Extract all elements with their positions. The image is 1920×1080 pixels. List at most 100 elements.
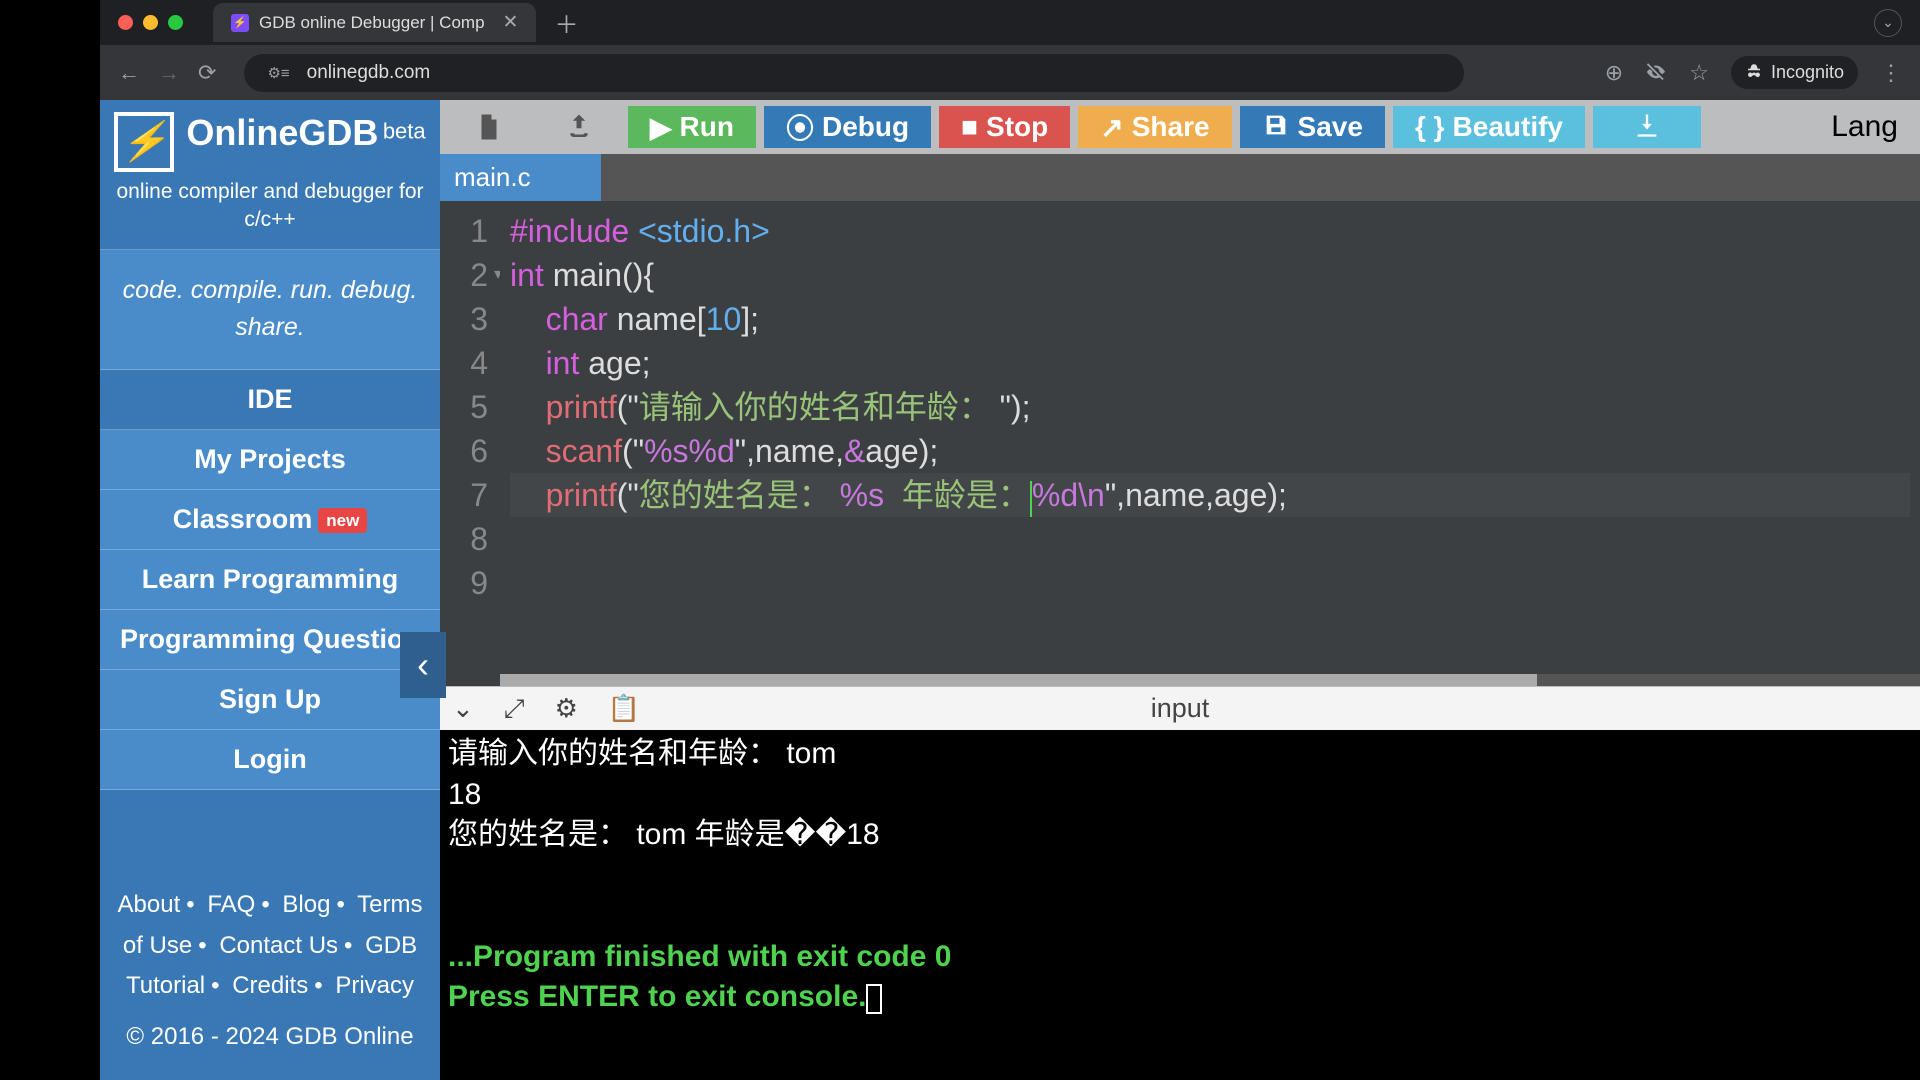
- save-button[interactable]: Save: [1240, 106, 1385, 148]
- incognito-badge[interactable]: Incognito: [1731, 56, 1858, 89]
- tab-title: GDB online Debugger | Comp: [259, 13, 485, 33]
- back-button[interactable]: ←: [118, 60, 140, 86]
- gear-icon[interactable]: ⚙: [555, 693, 578, 724]
- copy-icon[interactable]: 📋: [608, 693, 640, 724]
- eye-off-icon[interactable]: [1645, 60, 1667, 86]
- sidebar-item-learn-programming[interactable]: Learn Programming: [100, 550, 440, 610]
- io-tab-input[interactable]: input: [1151, 693, 1210, 724]
- file-tabstrip: main.c: [440, 154, 1920, 201]
- line-number: 9: [440, 561, 488, 605]
- incognito-icon: [1745, 62, 1763, 83]
- run-button[interactable]: ▶Run: [628, 106, 756, 148]
- address-bar: ← → ⟳ ⚙≡ onlinegdb.com ⊕ ☆ Incognito ⋮: [100, 45, 1920, 100]
- target-icon: ⦿: [786, 107, 814, 147]
- io-header: ⌄ ⤢ ⚙ 📋 input: [440, 686, 1920, 730]
- file-tab-label: main.c: [454, 162, 531, 192]
- brand-name: OnlineGDB: [186, 112, 378, 153]
- line-number: 3: [440, 297, 488, 341]
- line-number: 8: [440, 517, 488, 561]
- console-status-finished: ...Program finished with exit code 0: [448, 940, 951, 973]
- expand-icon[interactable]: ⤢: [504, 693, 525, 725]
- code-editor[interactable]: 1 2 3 4 5 6 7 8 9 #include <stdio.h> int…: [440, 201, 1920, 686]
- line-gutter: 1 2 3 4 5 6 7 8 9: [440, 201, 500, 686]
- incognito-label: Incognito: [1771, 62, 1844, 83]
- bolt-icon: ⚡: [231, 14, 249, 32]
- sidebar: ⚡ OnlineGDB beta online compiler and deb…: [100, 100, 440, 1080]
- browser-tabstrip: ⚡ GDB online Debugger | Comp ✕ ＋: [213, 3, 578, 42]
- share-button[interactable]: ↗ Share: [1078, 106, 1231, 148]
- share-icon: ↗: [1100, 111, 1123, 144]
- url-text: onlinegdb.com: [307, 62, 431, 84]
- url-field[interactable]: ⚙≡ onlinegdb.com: [244, 54, 1464, 92]
- footer-link[interactable]: Credits: [232, 972, 308, 999]
- io-panel: ⌄ ⤢ ⚙ 📋 input 请输入你的姓名和年龄： tom 18 您的姓名是： …: [440, 686, 1920, 1080]
- console-output[interactable]: 请输入你的姓名和年龄： tom 18 您的姓名是： tom 年龄是��18 ..…: [440, 730, 1920, 1080]
- forward-button[interactable]: →: [158, 60, 180, 86]
- chevron-down-icon[interactable]: ⌄: [452, 693, 474, 724]
- scrollbar-thumb[interactable]: [500, 674, 1537, 686]
- bolt-icon: ⚡: [114, 112, 174, 172]
- brand-block: ⚡ OnlineGDB beta online compiler and deb…: [100, 100, 440, 250]
- sidebar-item-label: My Projects: [194, 444, 346, 474]
- file-tab[interactable]: main.c: [440, 154, 601, 201]
- brand-subtitle: online compiler and debugger for c/c++: [108, 178, 432, 235]
- sidebar-item-label: Sign Up: [219, 684, 321, 714]
- footer-link[interactable]: Blog: [282, 891, 330, 918]
- brand-tagline: code. compile. run. debug. share.: [100, 250, 440, 370]
- zoom-icon[interactable]: ⊕: [1605, 60, 1623, 86]
- close-tab-icon[interactable]: ✕: [503, 11, 519, 34]
- line-number: 1: [440, 209, 488, 253]
- console-line: 18: [448, 778, 481, 811]
- download-button[interactable]: [1593, 106, 1701, 148]
- browser-toolbar-icons: ⊕ ☆ Incognito ⋮: [1605, 56, 1902, 89]
- console-prompt: Press ENTER to exit console.: [448, 980, 866, 1013]
- footer-link[interactable]: Contact Us: [219, 932, 338, 959]
- main-pane: ▶Run ⦿Debug ■Stop ↗ Share Save { } Beautif…: [440, 100, 1920, 1080]
- beautify-button[interactable]: { } Beautify: [1393, 106, 1585, 148]
- footer-link[interactable]: Privacy: [335, 972, 414, 999]
- sidebar-item-ide[interactable]: IDE: [100, 370, 440, 430]
- new-file-button[interactable]: [448, 106, 530, 148]
- collapse-sidebar-button[interactable]: ‹: [400, 632, 446, 698]
- sidebar-item-label: Learn Programming: [142, 564, 399, 594]
- upload-button[interactable]: [538, 106, 620, 148]
- braces-icon: { }: [1415, 111, 1445, 143]
- console-cursor: [866, 984, 882, 1014]
- sidebar-item-my-projects[interactable]: My Projects: [100, 430, 440, 490]
- sidebar-item-classroom[interactable]: Classroomnew: [100, 490, 440, 550]
- download-icon: [1633, 111, 1661, 144]
- sidebar-item-programming-questions[interactable]: Programming Question: [100, 610, 440, 670]
- new-badge: new: [318, 508, 367, 533]
- star-icon[interactable]: ☆: [1689, 60, 1709, 86]
- browser-tab[interactable]: ⚡ GDB online Debugger | Comp ✕: [213, 3, 536, 42]
- sidebar-item-login[interactable]: Login: [100, 730, 440, 790]
- kebab-menu-icon[interactable]: ⋮: [1880, 60, 1902, 86]
- maximize-window-button[interactable]: [168, 15, 183, 30]
- action-toolbar: ▶Run ⦿Debug ■Stop ↗ Share Save { } Beautif…: [440, 100, 1920, 154]
- button-label: Save: [1298, 111, 1363, 143]
- button-label: Run: [680, 111, 734, 143]
- console-line: 请输入你的姓名和年龄： tom: [448, 737, 836, 770]
- new-tab-button[interactable]: ＋: [554, 5, 578, 40]
- button-label: Share: [1132, 111, 1210, 143]
- console-line: 您的姓名是： tom 年龄是��18: [448, 818, 880, 851]
- sidebar-item-label: Classroom: [173, 504, 313, 534]
- sidebar-item-sign-up[interactable]: Sign Up: [100, 670, 440, 730]
- language-label[interactable]: Lang: [1817, 106, 1912, 148]
- debug-button[interactable]: ⦿Debug: [764, 106, 931, 148]
- reload-button[interactable]: ⟳: [198, 60, 216, 86]
- chevron-down-icon[interactable]: ⌄: [1874, 9, 1902, 37]
- line-number: 7: [440, 473, 488, 517]
- code-area[interactable]: #include <stdio.h> int main(){ char name…: [500, 201, 1920, 686]
- button-label: Beautify: [1453, 111, 1563, 143]
- footer-link[interactable]: FAQ: [207, 891, 255, 918]
- site-settings-icon[interactable]: ⚙≡: [262, 63, 294, 83]
- stop-button[interactable]: ■Stop: [939, 106, 1070, 148]
- minimize-window-button[interactable]: [143, 15, 158, 30]
- stop-icon: ■: [961, 111, 978, 143]
- footer-link[interactable]: About: [118, 891, 181, 918]
- sidebar-item-label: IDE: [247, 384, 292, 414]
- button-label: Debug: [822, 111, 909, 143]
- horizontal-scrollbar[interactable]: [500, 674, 1920, 686]
- close-window-button[interactable]: [118, 15, 133, 30]
